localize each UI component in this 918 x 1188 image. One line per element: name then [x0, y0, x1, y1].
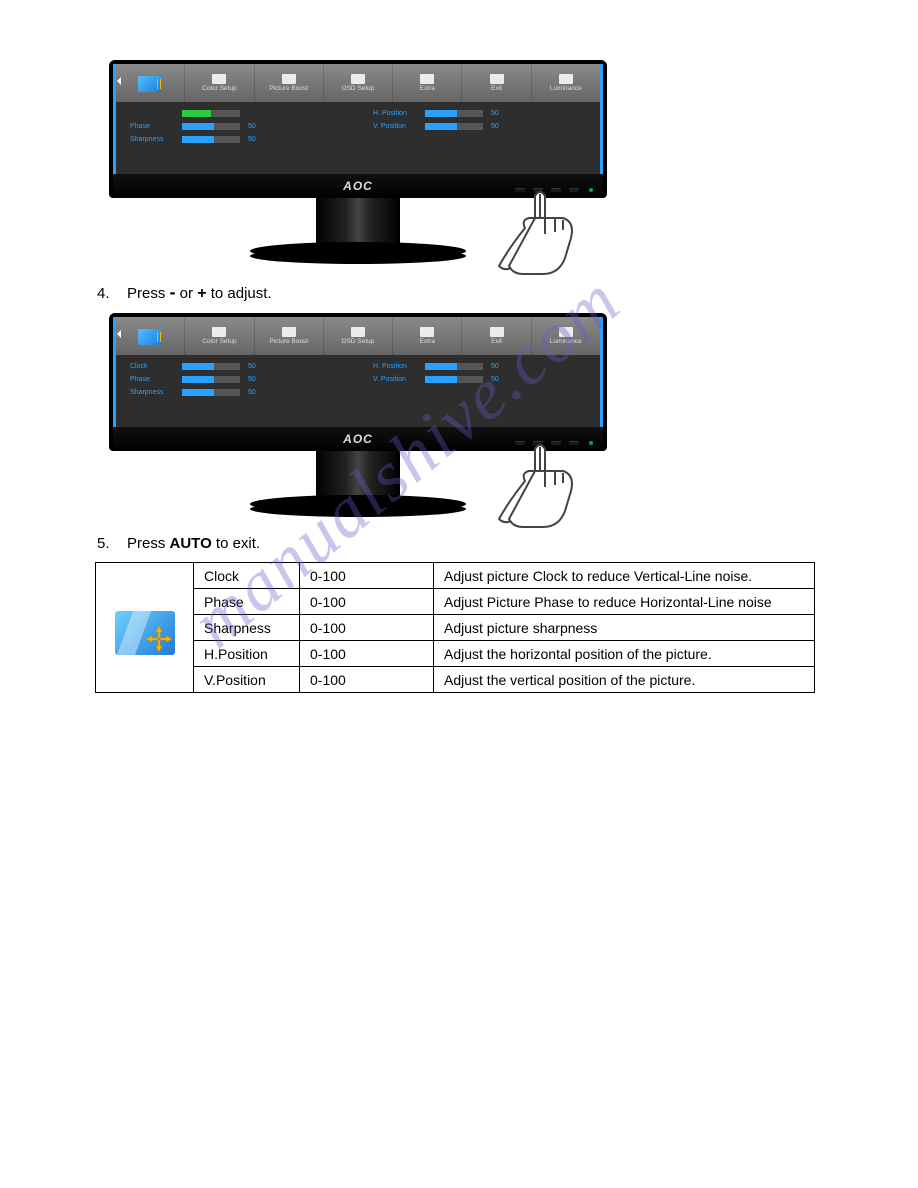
setting-desc: Adjust the vertical position of the pict…: [434, 667, 815, 693]
monitor-logo: AOC: [343, 179, 373, 193]
setting-desc: Adjust picture sharpness: [434, 615, 815, 641]
setting-range: 0-100: [300, 563, 434, 589]
extra-icon: [420, 327, 434, 337]
step-number: 5.: [97, 535, 127, 552]
step-text: Press AUTO to exit.: [127, 535, 260, 552]
picture-boost-icon: [282, 327, 296, 337]
setting-desc: Adjust picture Clock to reduce Vertical-…: [434, 563, 815, 589]
table-row: H.Position 0-100 Adjust the horizontal p…: [96, 641, 815, 667]
setting-range: 0-100: [300, 615, 434, 641]
osd-row: Sharpness50: [130, 136, 343, 143]
setting-name: Clock: [194, 563, 300, 589]
osd-tab-exit: Exit: [461, 64, 530, 102]
monitor-logo: AOC: [343, 432, 373, 446]
osd-tab-luminance: Luminance: [531, 64, 600, 102]
luminance-icon: [559, 327, 573, 337]
color-icon: [212, 74, 226, 84]
osd-row: Clock50: [130, 363, 343, 370]
hand-pointing-icon: [485, 188, 595, 280]
image-setup-icon: [138, 329, 162, 345]
osd-tab-color: Color Setup: [184, 64, 253, 102]
step-5: 5. Press AUTO to exit.: [97, 535, 828, 552]
color-icon: [212, 327, 226, 337]
exit-icon: [490, 327, 504, 337]
osd-row: H. Position50: [373, 110, 586, 117]
monitor-figure-2: Color Setup Picture Boost OSD Setup Extr…: [109, 313, 607, 517]
osd-row: Phase50: [130, 123, 343, 130]
osd-tab-luminance: Luminance: [531, 317, 600, 355]
setting-range: 0-100: [300, 589, 434, 615]
osd-tab-image-setup: [116, 317, 184, 355]
osd-row: H. Position50: [373, 363, 586, 370]
osd-tab-osd-setup: OSD Setup: [323, 317, 392, 355]
osd-tab-image-setup: [116, 64, 184, 102]
table-row: Phase 0-100 Adjust Picture Phase to redu…: [96, 589, 815, 615]
osd-row: V. Position50: [373, 123, 586, 130]
hand-pointing-icon: [485, 441, 595, 533]
step-number: 4.: [97, 285, 127, 302]
step-4: 4. Press - or + to adjust.: [97, 282, 828, 303]
picture-boost-icon: [282, 74, 296, 84]
step-text: Press - or + to adjust.: [127, 282, 272, 303]
osd-tab-extra: Extra: [392, 64, 461, 102]
osd-row: Sharpness50: [130, 389, 343, 396]
setting-name: Sharpness: [194, 615, 300, 641]
luminance-icon: [559, 74, 573, 84]
setting-desc: Adjust Picture Phase to reduce Horizonta…: [434, 589, 815, 615]
osd-tab-exit: Exit: [461, 317, 530, 355]
setting-name: V.Position: [194, 667, 300, 693]
osd-setup-icon: [351, 74, 365, 84]
osd-setup-icon: [351, 327, 365, 337]
osd-row: V. Position50: [373, 376, 586, 383]
setting-desc: Adjust the horizontal position of the pi…: [434, 641, 815, 667]
osd-tab-color: Color Setup: [184, 317, 253, 355]
setting-name: Phase: [194, 589, 300, 615]
table-row: Sharpness 0-100 Adjust picture sharpness: [96, 615, 815, 641]
setting-range: 0-100: [300, 667, 434, 693]
osd-tab-extra: Extra: [392, 317, 461, 355]
extra-icon: [420, 74, 434, 84]
settings-table: Clock 0-100 Adjust picture Clock to redu…: [95, 562, 815, 693]
table-row: Clock 0-100 Adjust picture Clock to redu…: [96, 563, 815, 589]
table-row: V.Position 0-100 Adjust the vertical pos…: [96, 667, 815, 693]
image-setup-icon: [115, 611, 175, 655]
osd-tab-picture-boost: Picture Boost: [254, 317, 323, 355]
table-icon-cell: [96, 563, 194, 693]
image-setup-icon: [138, 76, 162, 92]
setting-name: H.Position: [194, 641, 300, 667]
osd-row: Phase50: [130, 376, 343, 383]
osd-tabs: Color Setup Picture Boost OSD Setup Extr…: [116, 64, 600, 102]
osd-tabs: Color Setup Picture Boost OSD Setup Extr…: [116, 317, 600, 355]
setting-range: 0-100: [300, 641, 434, 667]
exit-icon: [490, 74, 504, 84]
osd-tab-osd-setup: OSD Setup: [323, 64, 392, 102]
osd-tab-picture-boost: Picture Boost: [254, 64, 323, 102]
monitor-figure-1: Color Setup Picture Boost OSD Setup Extr…: [109, 60, 607, 264]
osd-row: [130, 110, 343, 117]
